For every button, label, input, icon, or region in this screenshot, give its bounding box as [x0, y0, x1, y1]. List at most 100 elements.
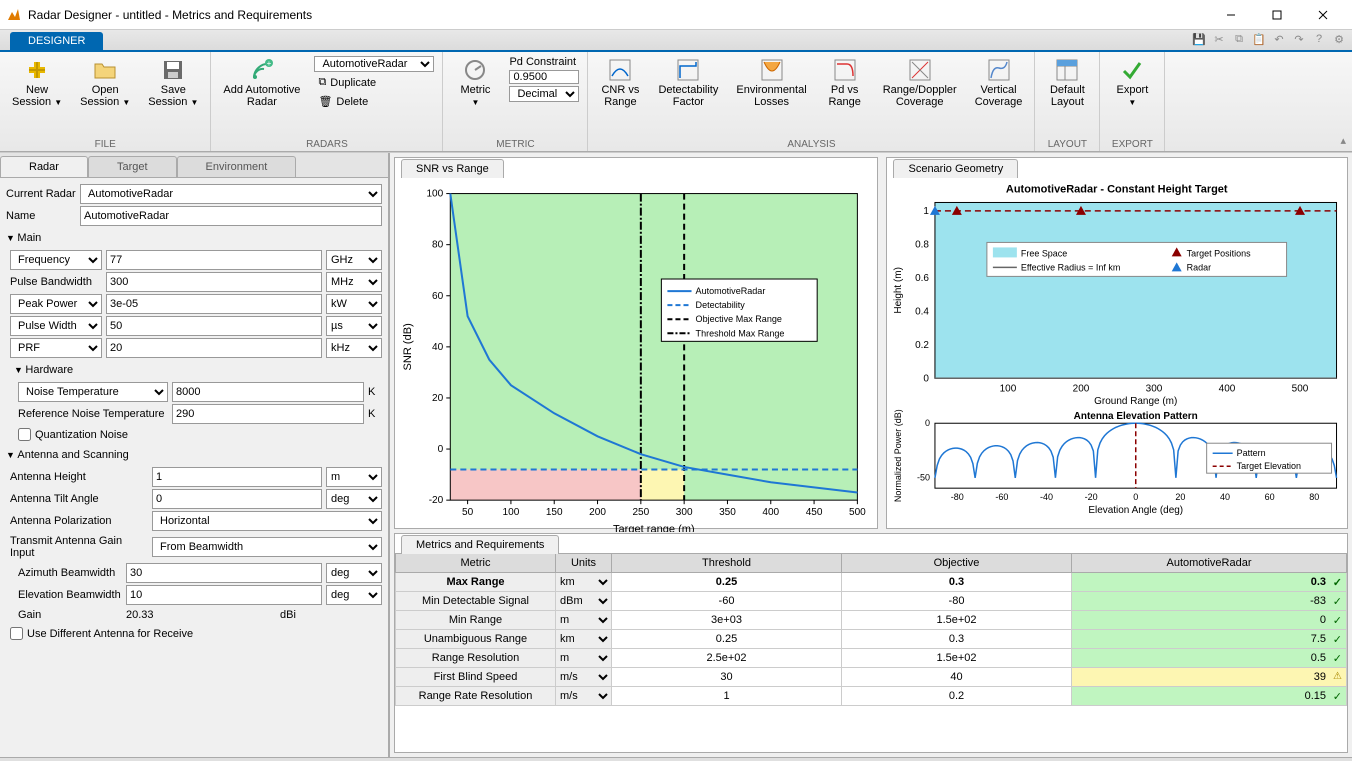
default-layout-button[interactable]: DefaultLayout [1043, 56, 1091, 110]
svg-text:1: 1 [924, 206, 930, 217]
export-button[interactable]: Export▼ [1108, 56, 1156, 111]
metric-objective-cell[interactable]: 40 [842, 668, 1072, 687]
metric-value-cell: 0.3 [1072, 573, 1347, 592]
prf-unit[interactable]: kHz [326, 338, 382, 358]
qat-redo-icon[interactable]: ↷ [1292, 32, 1306, 46]
doppler-button[interactable]: Range/DopplerCoverage [879, 56, 961, 110]
qat-undo-icon[interactable]: ↶ [1272, 32, 1286, 46]
el-bw-input[interactable] [126, 585, 322, 605]
tilt-unit[interactable]: deg [326, 489, 382, 509]
radar-selector[interactable]: AutomotiveRadar [314, 56, 434, 72]
metric-unit-cell[interactable]: m [556, 649, 612, 668]
vertical-button[interactable]: VerticalCoverage [971, 56, 1027, 110]
metric-threshold-cell[interactable]: 3e+03 [612, 611, 842, 630]
qat-cut-icon[interactable]: ✂ [1212, 32, 1226, 46]
metric-objective-cell[interactable]: 1.5e+02 [842, 649, 1072, 668]
prf-label-select[interactable]: PRF [10, 338, 102, 358]
collapse-ribbon-icon[interactable]: ▴ [1340, 134, 1346, 147]
pulse-width-label-select[interactable]: Pulse Width [10, 316, 102, 336]
metric-threshold-cell[interactable]: -60 [612, 592, 842, 611]
metric-unit-cell[interactable]: m/s [556, 687, 612, 706]
open-session-button[interactable]: OpenSession ▼ [76, 56, 134, 111]
qat-help-icon[interactable]: ? [1312, 32, 1326, 46]
qat-save-icon[interactable]: 💾 [1192, 32, 1206, 46]
diff-antenna-checkbox[interactable] [10, 627, 23, 640]
main-section[interactable]: Main [6, 228, 382, 248]
metric-objective-cell[interactable]: 1.5e+02 [842, 611, 1072, 630]
metric-threshold-cell[interactable]: 2.5e+02 [612, 649, 842, 668]
el-bw-unit[interactable]: deg [326, 585, 382, 605]
qat-copy-icon[interactable]: ⧉ [1232, 32, 1246, 46]
name-input[interactable] [80, 206, 382, 226]
ref-noise-input[interactable] [172, 404, 364, 424]
cnr-button[interactable]: CNR vsRange [596, 56, 644, 110]
frequency-label-select[interactable]: Frequency [10, 250, 102, 270]
detectability-button[interactable]: DetectabilityFactor [654, 56, 722, 110]
metric-threshold-cell[interactable]: 0.25 [612, 573, 842, 592]
metric-unit-cell[interactable]: m [556, 611, 612, 630]
delete-button[interactable]: 🗑Delete [314, 93, 434, 110]
close-button[interactable] [1300, 0, 1346, 30]
tilt-input[interactable] [152, 489, 322, 509]
maximize-button[interactable] [1254, 0, 1300, 30]
add-radar-button[interactable]: + Add AutomotiveRadar [219, 56, 304, 110]
metric-threshold-cell[interactable]: 30 [612, 668, 842, 687]
noise-temp-label-select[interactable]: Noise Temperature [18, 382, 168, 402]
noise-temp-input[interactable] [172, 382, 364, 402]
new-session-button[interactable]: NewSession ▼ [8, 56, 66, 111]
duplicate-button[interactable]: ⧉Duplicate [314, 74, 434, 91]
frequency-unit[interactable]: GHz [326, 250, 382, 270]
pd-range-button[interactable]: Pd vsRange [821, 56, 869, 110]
az-bw-input[interactable] [126, 563, 322, 583]
peak-power-input[interactable] [106, 294, 322, 314]
metric-objective-cell[interactable]: 0.3 [842, 630, 1072, 649]
svg-text:450: 450 [806, 507, 823, 518]
peak-power-unit[interactable]: kW [326, 294, 382, 314]
ant-height-input[interactable] [152, 467, 322, 487]
pd-constraint-input[interactable] [509, 70, 579, 84]
frequency-input[interactable] [106, 250, 322, 270]
metric-button[interactable]: Metric▼ [451, 56, 499, 111]
svg-text:-20: -20 [429, 495, 444, 506]
new-session-label: NewSession [12, 84, 51, 108]
qat-paste-icon[interactable]: 📋 [1252, 32, 1266, 46]
tab-environment[interactable]: Environment [177, 156, 297, 177]
metric-name-cell: Range Rate Resolution [396, 687, 556, 706]
current-radar-select[interactable]: AutomotiveRadar [80, 184, 382, 204]
metrics-tab[interactable]: Metrics and Requirements [401, 535, 559, 554]
gain-input-select[interactable]: From Beamwidth [152, 537, 382, 557]
scenario-tab[interactable]: Scenario Geometry [893, 159, 1018, 178]
env-losses-button[interactable]: EnvironmentalLosses [732, 56, 810, 110]
snr-tab[interactable]: SNR vs Range [401, 159, 504, 178]
metric-unit-cell[interactable]: km [556, 630, 612, 649]
metric-unit-cell[interactable]: m/s [556, 668, 612, 687]
metric-unit-cell[interactable]: km [556, 573, 612, 592]
hardware-section[interactable]: Hardware [6, 360, 382, 380]
metric-objective-cell[interactable]: 0.3 [842, 573, 1072, 592]
metric-objective-cell[interactable]: 0.2 [842, 687, 1072, 706]
metric-threshold-cell[interactable]: 0.25 [612, 630, 842, 649]
minimize-button[interactable] [1208, 0, 1254, 30]
quantization-checkbox[interactable] [18, 428, 31, 441]
az-bw-unit[interactable]: deg [326, 563, 382, 583]
pulse-width-unit[interactable]: µs [326, 316, 382, 336]
metric-threshold-cell[interactable]: 1 [612, 687, 842, 706]
table-row: Min Detectable SignaldBm-60-80-83 [396, 592, 1347, 611]
antenna-section[interactable]: Antenna and Scanning [6, 445, 382, 465]
designer-tab[interactable]: DESIGNER [10, 32, 103, 50]
decimal-selector[interactable]: Decimal [509, 86, 579, 102]
prf-input[interactable] [106, 338, 322, 358]
metric-objective-cell[interactable]: -80 [842, 592, 1072, 611]
metric-unit-cell[interactable]: dBm [556, 592, 612, 611]
peak-power-label-select[interactable]: Peak Power [10, 294, 102, 314]
tab-radar[interactable]: Radar [0, 156, 88, 177]
polar-select[interactable]: Horizontal [152, 511, 382, 531]
pulse-bw-input[interactable] [106, 272, 322, 292]
tab-target[interactable]: Target [88, 156, 177, 177]
pulse-width-input[interactable] [106, 316, 322, 336]
qat-gear-icon[interactable]: ⚙ [1332, 32, 1346, 46]
save-session-button[interactable]: SaveSession ▼ [144, 56, 202, 111]
metric-group: Metric▼ Pd Constraint Decimal METRIC [443, 52, 588, 151]
pulse-bw-unit[interactable]: MHz [326, 272, 382, 292]
ant-height-unit[interactable]: m [326, 467, 382, 487]
